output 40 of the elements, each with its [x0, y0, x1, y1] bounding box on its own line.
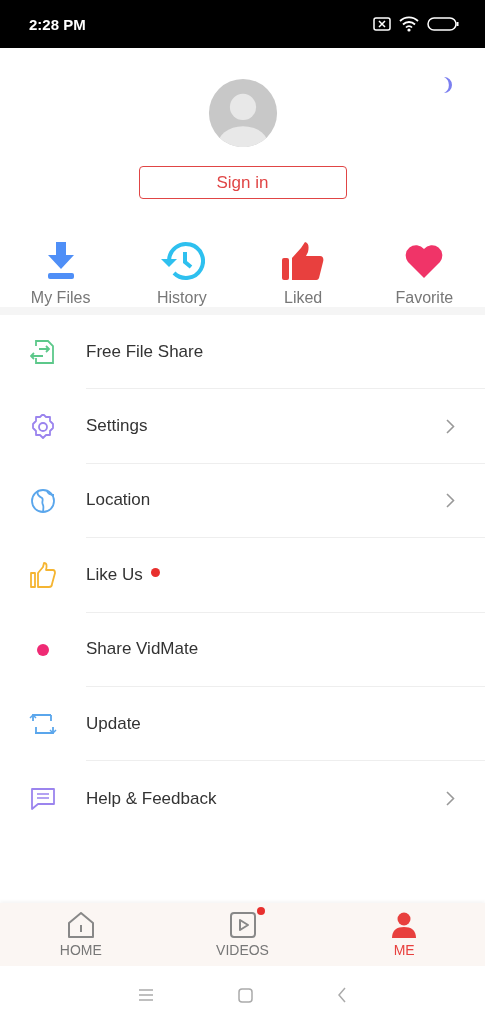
- wifi-icon: [399, 16, 419, 32]
- menu-label: Settings: [86, 416, 148, 437]
- thumbs-up-icon: [282, 241, 325, 281]
- battery-icon: [427, 17, 459, 31]
- message-icon: [30, 787, 55, 810]
- menu-label: Update: [86, 713, 141, 734]
- menu-label: Like Us: [86, 564, 143, 585]
- shortcut-button[interactable]: Liked: [284, 289, 323, 307]
- menu-item[interactable]: Update: [0, 686, 485, 762]
- shortcut-button[interactable]: History: [157, 289, 207, 307]
- menu-item[interactable]: Location: [0, 463, 485, 539]
- no-sim-icon: [373, 17, 391, 31]
- menu-item[interactable]: Share VidMate: [0, 612, 485, 687]
- shortcut-button[interactable]: Favorite: [395, 289, 454, 307]
- menu-item[interactable]: Help & Feedback: [0, 761, 485, 836]
- video-icon: [229, 911, 256, 938]
- file-share-icon: [29, 340, 56, 365]
- nav-tab[interactable]: VIDEOS: [161, 903, 324, 966]
- dot-icon: [36, 643, 49, 656]
- globe-icon: [29, 487, 56, 514]
- update-icon: [28, 713, 57, 736]
- nav-tab[interactable]: ME: [323, 903, 485, 966]
- nav-tab[interactable]: HOME: [0, 903, 162, 966]
- menu-label: Location: [86, 490, 151, 511]
- menu-label: Help & Feedback: [86, 788, 217, 809]
- menu-label: Free File Share: [86, 341, 204, 362]
- person-icon: [391, 911, 418, 938]
- menu-item[interactable]: Settings: [0, 389, 485, 464]
- menu-item[interactable]: Like Us: [0, 538, 485, 613]
- menu-icon[interactable]: [138, 988, 154, 1002]
- shortcut-button[interactable]: My Files: [30, 289, 91, 307]
- settings-icon: [29, 413, 56, 440]
- menu-label: Share VidMate: [86, 639, 199, 660]
- thumbs-up-icon: [29, 562, 56, 589]
- home-button-icon[interactable]: [238, 987, 253, 1003]
- sign-in-button[interactable]: Sign in: [138, 166, 347, 199]
- status-time: 2:28 PM: [29, 15, 86, 33]
- back-icon[interactable]: [337, 987, 347, 1003]
- home-icon: [66, 911, 95, 938]
- menu-item[interactable]: Free File Share: [0, 315, 485, 390]
